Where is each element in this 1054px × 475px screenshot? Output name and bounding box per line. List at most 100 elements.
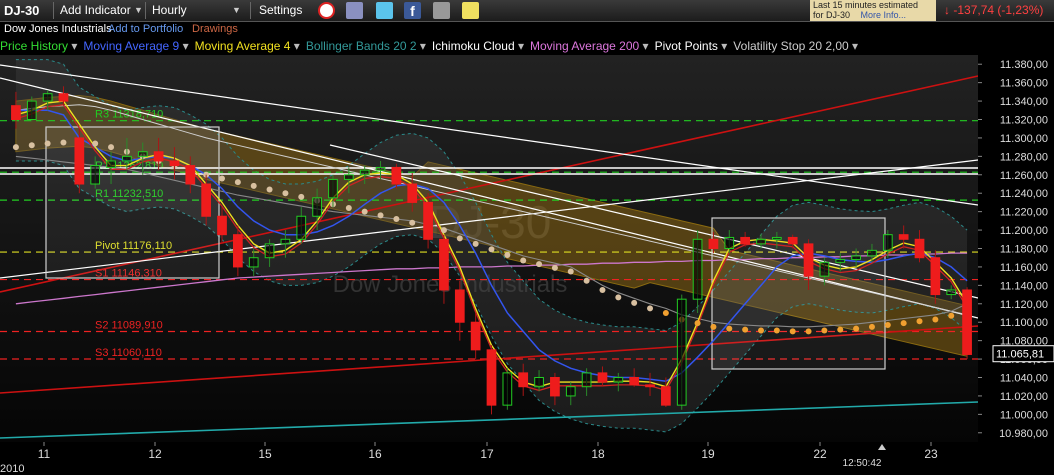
legend-item[interactable]: Moving Average 4 ▾: [195, 39, 300, 53]
chevron-down-icon[interactable]: ▾: [420, 39, 426, 53]
pivot-label: R3 11318,710: [95, 109, 163, 121]
pivot-label: S3 11060,110: [95, 347, 162, 359]
candle-body: [280, 238, 291, 245]
volatility-dot: [520, 257, 527, 264]
candle-body: [708, 238, 719, 250]
volatility-dot: [726, 325, 733, 332]
candle-body: [661, 386, 671, 406]
candle-body: [645, 384, 655, 388]
candle-body: [407, 183, 418, 203]
x-tick-label: 23: [924, 447, 938, 461]
volatility-dot: [789, 328, 796, 335]
candle-body: [201, 183, 212, 217]
candle-body: [264, 243, 275, 259]
volatility-dot: [837, 326, 844, 333]
candle-body: [26, 100, 37, 120]
volatility-dot: [345, 204, 352, 211]
y-tick-label: 11.200,00: [1000, 225, 1048, 237]
candle-body: [328, 178, 338, 199]
volatility-dot: [868, 323, 875, 330]
candle-body: [882, 234, 893, 251]
volatility-dot: [773, 327, 780, 334]
legend-item[interactable]: Pivot Points ▾: [655, 39, 728, 53]
price-chart[interactable]: DJ-30Dow Jones IndustrialsR3 11318,710R2…: [0, 0, 1054, 475]
pivot-label: S2 11089,910: [95, 320, 163, 332]
legend-item[interactable]: Moving Average 200 ▾: [530, 39, 649, 53]
volatility-dot: [805, 328, 812, 335]
chevron-down-icon[interactable]: ▾: [721, 39, 727, 53]
candle-body: [724, 236, 735, 249]
candle-body: [217, 215, 227, 236]
volatility-dot: [948, 312, 955, 319]
volatility-dot: [44, 140, 51, 147]
candle-body: [867, 249, 877, 257]
candle-body: [613, 377, 624, 383]
legend-item[interactable]: Bollinger Bands 20 2 ▾: [306, 39, 426, 53]
candle-body: [185, 165, 196, 185]
candle-body: [375, 166, 386, 171]
volatility-dot: [551, 264, 558, 271]
chevron-down-icon[interactable]: ▾: [518, 39, 524, 53]
candle-body: [439, 238, 449, 291]
last-price-label: 11.065,81: [996, 349, 1044, 361]
volatility-dot: [92, 140, 99, 147]
chevron-down-icon[interactable]: ▾: [183, 39, 189, 53]
candle-body: [851, 255, 861, 261]
candle-body: [153, 151, 164, 162]
legend-item[interactable]: Moving Average 9 ▾: [83, 39, 188, 53]
legend-item[interactable]: Price History ▾: [0, 39, 77, 53]
candle-body: [676, 298, 687, 406]
volatility-dot: [488, 246, 495, 253]
volatility-dot: [60, 139, 67, 146]
volatility-dot: [504, 251, 511, 258]
x-tick-label: 22: [813, 447, 827, 461]
candle-body: [771, 236, 782, 240]
chevron-down-icon[interactable]: ▾: [852, 39, 858, 53]
candle-body: [312, 197, 322, 217]
y-tick-label: 11.220,00: [1000, 207, 1048, 219]
candle-body: [740, 236, 750, 245]
candle-body: [946, 289, 957, 296]
volatility-dot: [472, 240, 479, 247]
x-tick-label: 18: [591, 447, 605, 461]
y-tick-label: 11.040,00: [1000, 373, 1048, 385]
volatility-dot: [266, 186, 273, 193]
y-tick-label: 11.300,00: [1000, 133, 1048, 145]
chevron-down-icon[interactable]: ▾: [294, 39, 300, 53]
volatility-dot: [821, 327, 828, 334]
candle-body: [502, 372, 513, 406]
volatility-dot: [409, 219, 416, 226]
candle-body: [962, 289, 972, 355]
x-tick-label: 11: [38, 447, 51, 461]
volatility-dot: [662, 310, 669, 316]
volatility-dot: [12, 144, 19, 151]
candle-body: [470, 321, 481, 351]
y-tick-label: 11.360,00: [1000, 78, 1048, 90]
x-tick-label: 19: [701, 447, 715, 461]
candle-body: [343, 174, 354, 180]
volatility-dot: [298, 193, 305, 200]
legend-item[interactable]: Volatility Stop 20 2,00 ▾: [733, 39, 858, 53]
candle-body: [581, 372, 592, 388]
chevron-down-icon[interactable]: ▾: [71, 39, 77, 53]
x-tick-label: 15: [258, 447, 272, 461]
legend-item[interactable]: Ichimoku Cloud ▾: [432, 39, 524, 53]
year-label: 2010: [0, 463, 24, 475]
volatility-dot: [250, 182, 257, 189]
y-tick-label: 11.240,00: [1000, 188, 1048, 200]
y-tick-label: 11.020,00: [1000, 391, 1048, 403]
chevron-down-icon[interactable]: ▾: [643, 39, 649, 53]
volatility-dot: [599, 286, 606, 293]
candle-body: [233, 234, 243, 268]
candle-body: [486, 349, 497, 406]
volatility-dot: [694, 320, 701, 327]
volatility-dot: [757, 327, 764, 334]
candle-body: [803, 243, 814, 277]
x-tick-label: 12: [148, 447, 162, 461]
volatility-dot: [28, 142, 35, 149]
candle-body: [74, 137, 85, 185]
candle-body: [597, 372, 608, 383]
candle-body: [898, 234, 909, 240]
volatility-dot: [647, 305, 654, 312]
candle-body: [137, 151, 148, 157]
